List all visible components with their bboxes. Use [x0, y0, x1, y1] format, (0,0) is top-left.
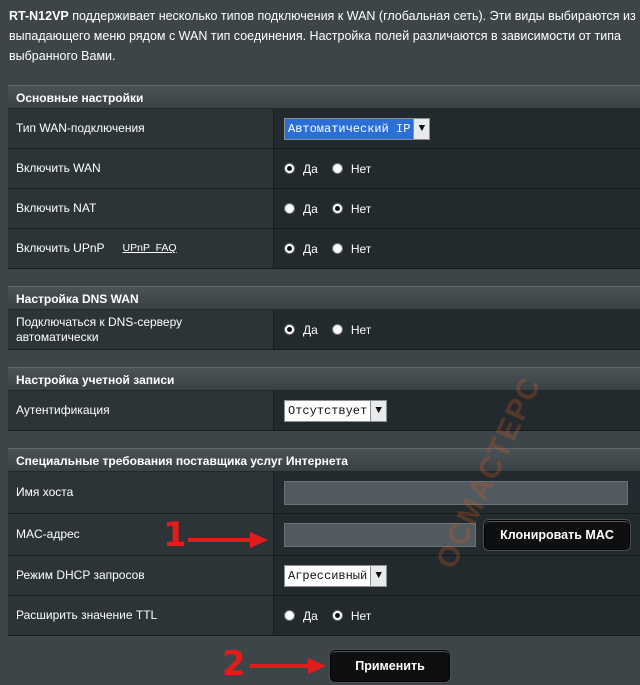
- row-auto-dns: Подключаться к DNS-серверу автоматически…: [8, 310, 640, 350]
- ttl-no-radio[interactable]: [331, 610, 343, 621]
- section-header-dns: Настройка DNS WAN: [8, 286, 640, 310]
- step-1-number: 1: [163, 515, 187, 555]
- apply-button[interactable]: Применить: [330, 650, 450, 682]
- enable-wan-label: Включить WAN: [8, 149, 274, 188]
- radio-yes-label: Да: [303, 241, 318, 256]
- enable-nat-no-radio[interactable]: [331, 203, 343, 214]
- chevron-down-icon[interactable]: ▼: [370, 565, 387, 586]
- wan-type-select[interactable]: Автоматический IP ▼: [284, 117, 431, 140]
- section-header-isp: Специальные требования поставщика услуг …: [8, 448, 640, 472]
- auth-label: Аутентификация: [8, 391, 274, 430]
- enable-upnp-radios: Да Нет: [274, 229, 640, 268]
- dhcp-mode-label: Режим DHCP запросов: [8, 556, 274, 595]
- row-dhcp-mode: Режим DHCP запросов Агрессивный ▼: [8, 556, 640, 596]
- radio-no-label: Нет: [350, 201, 372, 216]
- enable-nat-yes-radio[interactable]: [284, 203, 295, 214]
- enable-upnp-label: Включить UPnP: [16, 241, 105, 255]
- ttl-radios: Да Нет: [274, 596, 640, 635]
- auto-dns-label: Подключаться к DNS-серверу автоматически: [8, 310, 274, 349]
- radio-no-label: Нет: [350, 322, 372, 337]
- radio-yes-label: Да: [303, 322, 318, 337]
- row-mac: MAC-адрес Клонировать MAC: [8, 514, 640, 556]
- chevron-down-icon[interactable]: ▼: [370, 400, 387, 421]
- hostname-input[interactable]: [284, 480, 628, 505]
- dhcp-mode-value: Агрессивный: [288, 568, 368, 583]
- step-2-arrow-icon: [250, 658, 326, 674]
- radio-no-label: Нет: [350, 241, 372, 256]
- step-1-annotation: 1: [163, 515, 187, 555]
- step-2-annotation: 2: [222, 644, 246, 684]
- auto-dns-radios: Да Нет: [274, 310, 640, 349]
- intro-line-1: поддерживает несколько типов подключения…: [68, 9, 636, 23]
- row-auth: Аутентификация Отсутствует ▼: [8, 391, 640, 431]
- upnp-faq-link[interactable]: UPnP FAQ: [123, 241, 177, 256]
- account-section: Настройка учетной записи Аутентификация …: [8, 367, 640, 431]
- auth-select[interactable]: Отсутствует ▼: [284, 399, 388, 422]
- basic-settings-section: Основные настройки Тип WAN-подключения А…: [8, 85, 640, 269]
- section-header-basic: Основные настройки: [8, 85, 640, 109]
- wan-type-label: Тип WAN-подключения: [8, 109, 274, 148]
- intro-line-2: выпадающего меню рядом с WAN тип соедине…: [9, 29, 621, 43]
- isp-section: Специальные требования поставщика услуг …: [8, 448, 640, 636]
- enable-wan-yes-radio[interactable]: [284, 163, 295, 174]
- clone-mac-button[interactable]: Клонировать MAC: [484, 519, 630, 550]
- radio-no-label: Нет: [350, 161, 372, 176]
- row-ttl: Расширить значение TTL Да Нет: [8, 596, 640, 636]
- intro-line-3: выбранного Вами.: [9, 49, 116, 63]
- step-2-number: 2: [222, 644, 246, 684]
- enable-nat-radios: Да Нет: [274, 189, 640, 228]
- dns-section: Настройка DNS WAN Подключаться к DNS-сер…: [8, 286, 640, 350]
- auto-dns-no-radio[interactable]: [331, 324, 343, 335]
- enable-upnp-yes-radio[interactable]: [284, 243, 295, 254]
- ttl-label: Расширить значение TTL: [8, 596, 274, 635]
- auto-dns-yes-radio[interactable]: [284, 324, 295, 335]
- ttl-yes-radio[interactable]: [284, 610, 295, 621]
- enable-wan-radios: Да Нет: [274, 149, 640, 188]
- row-enable-upnp: Включить UPnP UPnP FAQ Да Нет: [8, 229, 640, 269]
- hostname-label: Имя хоста: [8, 472, 274, 513]
- enable-upnp-no-radio[interactable]: [331, 243, 343, 254]
- radio-yes-label: Да: [303, 161, 318, 176]
- enable-upnp-label-cell: Включить UPnP UPnP FAQ: [8, 229, 274, 268]
- enable-wan-no-radio[interactable]: [331, 163, 343, 174]
- radio-no-label: Нет: [350, 608, 372, 623]
- radio-yes-label: Да: [303, 608, 318, 623]
- row-hostname: Имя хоста: [8, 472, 640, 514]
- row-enable-nat: Включить NAT Да Нет: [8, 189, 640, 229]
- row-wan-type: Тип WAN-подключения Автоматический IP ▼: [8, 109, 640, 149]
- auth-value: Отсутствует: [288, 403, 368, 418]
- chevron-down-icon[interactable]: ▼: [413, 118, 430, 139]
- row-enable-wan: Включить WAN Да Нет: [8, 149, 640, 189]
- dhcp-mode-select[interactable]: Агрессивный ▼: [284, 564, 388, 587]
- step-1-arrow-icon: [188, 532, 268, 548]
- intro-text: RT-N12VP поддерживает несколько типов по…: [9, 6, 640, 66]
- enable-nat-label: Включить NAT: [8, 189, 274, 228]
- wan-type-value: Автоматический IP: [285, 118, 414, 139]
- model-name: RT-N12VP: [9, 9, 69, 23]
- radio-yes-label: Да: [303, 201, 318, 216]
